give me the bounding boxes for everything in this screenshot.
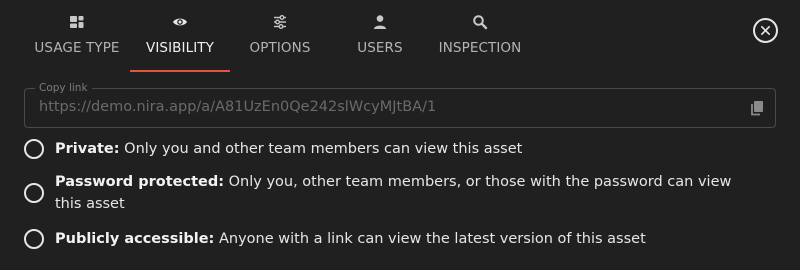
visibility-option-publicly-accessible[interactable]: Publicly accessible: Anyone with a link … [24, 228, 764, 250]
option-text: Publicly accessible: Anyone with a link … [55, 228, 755, 250]
close-button[interactable] [753, 18, 778, 43]
visibility-option-password-protected[interactable]: Password protected: Only you, other team… [24, 171, 764, 217]
tab-inspection[interactable]: INSPECTION [430, 0, 530, 72]
tab-bar: USAGE TYPE VISIBILITY OPTIONS USERS INSP… [24, 0, 530, 72]
sliders-icon [272, 14, 288, 30]
copy-link-input[interactable]: https://demo.nira.app/a/A81UzEn0Qe242slW… [39, 99, 729, 115]
radio-publicly-accessible[interactable] [24, 229, 44, 249]
copy-button[interactable] [749, 100, 765, 116]
option-title: Publicly accessible: [55, 231, 215, 247]
tab-visibility[interactable]: VISIBILITY [130, 0, 230, 72]
search-icon [472, 14, 488, 30]
visibility-option-private[interactable]: Private: Only you and other team members… [24, 138, 764, 160]
tab-label: USAGE TYPE [34, 40, 120, 56]
tab-label: INSPECTION [438, 40, 522, 56]
grid-blocks-icon [69, 14, 85, 30]
radio-password-protected[interactable] [24, 183, 44, 203]
tab-label: USERS [357, 40, 403, 56]
tab-label: OPTIONS [249, 40, 311, 56]
close-icon [761, 26, 770, 35]
copy-link-field[interactable]: Copy link https://demo.nira.app/a/A81UzE… [24, 82, 776, 128]
option-text: Private: Only you and other team members… [55, 138, 755, 160]
copy-icon [751, 101, 763, 116]
tab-usage-type[interactable]: USAGE TYPE [24, 0, 130, 72]
tab-users[interactable]: USERS [330, 0, 430, 72]
option-title: Password protected: [55, 174, 225, 190]
visibility-dialog: USAGE TYPE VISIBILITY OPTIONS USERS INSP… [0, 0, 800, 270]
tab-active-underline [130, 70, 230, 72]
option-description: Anyone with a link can view the latest v… [214, 231, 646, 247]
eye-icon [172, 14, 188, 30]
radio-private[interactable] [24, 139, 44, 159]
option-text: Password protected: Only you, other team… [55, 171, 755, 215]
user-icon [372, 14, 388, 30]
tab-label: VISIBILITY [145, 40, 214, 56]
tab-options[interactable]: OPTIONS [230, 0, 330, 72]
option-title: Private: [55, 141, 120, 157]
copy-link-legend: Copy link [35, 82, 92, 94]
option-description: Only you and other team members can view… [119, 141, 523, 157]
